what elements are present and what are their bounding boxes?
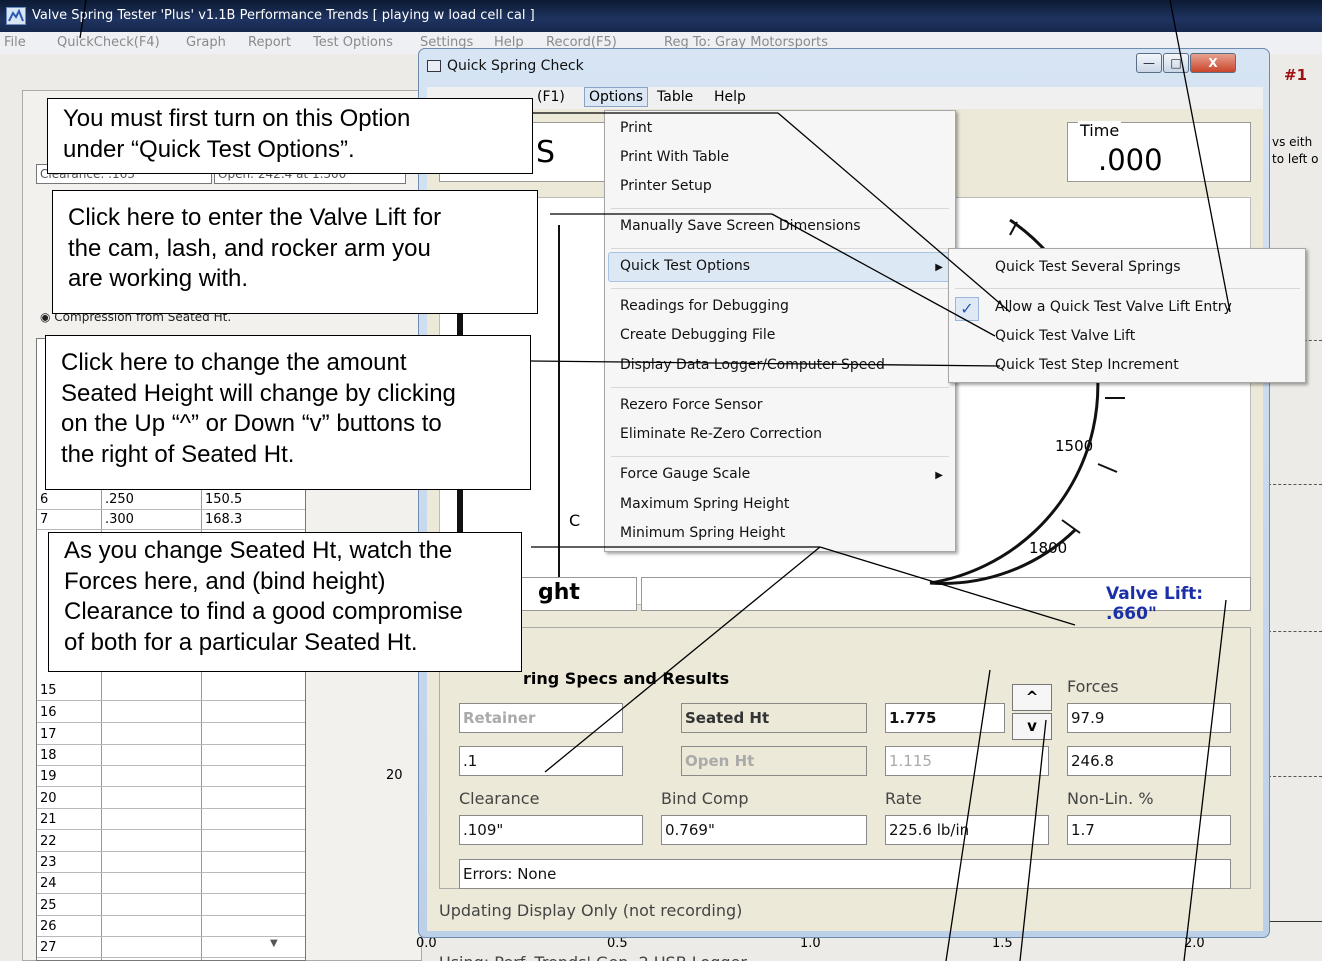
callout-leader-lines [79, 0, 1231, 961]
